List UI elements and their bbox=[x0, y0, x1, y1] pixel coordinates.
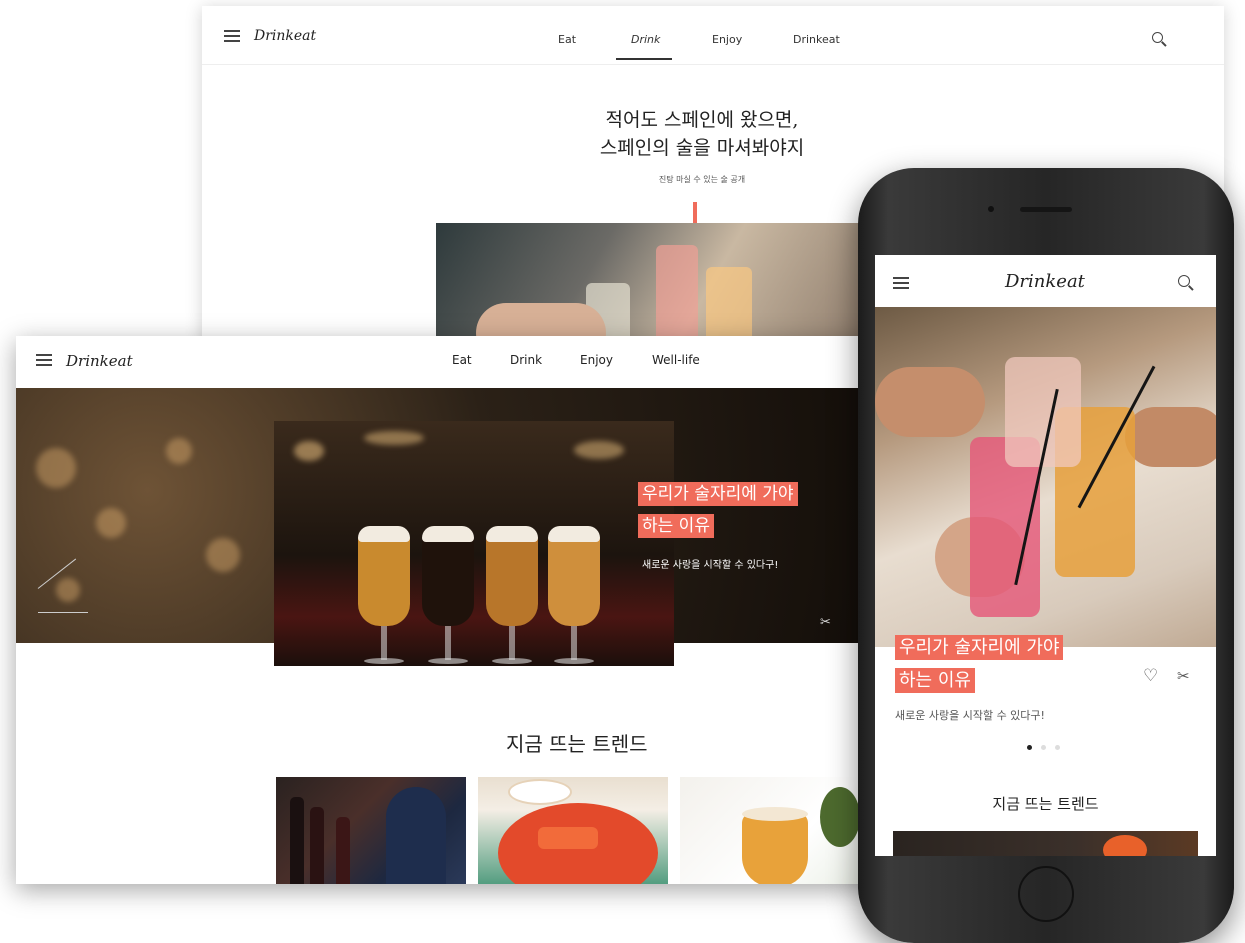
mobile-navbar: Drinkeat bbox=[875, 255, 1216, 307]
front-logo[interactable]: Drinkeat bbox=[66, 352, 133, 370]
front-hero-title: 우리가 술자리에 가야 하는 이유 bbox=[638, 478, 798, 542]
front-nav-eat[interactable]: Eat bbox=[452, 353, 472, 367]
back-logo[interactable]: Drinkeat bbox=[254, 28, 316, 44]
carousel-dot-active[interactable] bbox=[1027, 745, 1032, 750]
back-navbar: Drinkeat Eat Drink Enjoy Drinkeat bbox=[202, 6, 1224, 65]
back-nav-enjoy[interactable]: Enjoy bbox=[712, 33, 742, 46]
trend-thumbnail-wine[interactable] bbox=[276, 777, 466, 884]
mobile-heart-icon[interactable]: ♡ bbox=[1143, 666, 1158, 686]
front-hero-title-line1: 우리가 술자리에 가야 bbox=[638, 482, 798, 506]
trend-thumbnail-beer[interactable] bbox=[680, 777, 870, 884]
back-search-icon[interactable] bbox=[1152, 32, 1163, 43]
mobile-trend-title: 지금 뜨는 트렌드 bbox=[992, 795, 1099, 813]
back-nav-active-underline bbox=[616, 58, 672, 60]
prev-arrow-line bbox=[38, 612, 88, 613]
mobile-screen: Drinkeat 우리가 술자리에 가야 하는 이유 ♡ ✂ 새로운 사랑을 시… bbox=[875, 255, 1216, 856]
mobile-search-icon[interactable] bbox=[1178, 275, 1190, 287]
mobile-hero-subtitle: 새로운 사랑을 시작할 수 있다구! bbox=[895, 709, 1045, 722]
front-share-icon[interactable]: ✂ bbox=[820, 615, 831, 630]
carousel-dot[interactable] bbox=[1055, 745, 1060, 750]
front-hero-subtitle: 새로운 사랑을 시작할 수 있다구! bbox=[642, 560, 779, 571]
front-hero-title-line2: 하는 이유 bbox=[638, 514, 714, 538]
phone-speaker bbox=[1020, 207, 1072, 212]
front-beer-photo bbox=[274, 421, 674, 666]
front-nav-enjoy[interactable]: Enjoy bbox=[580, 353, 613, 367]
front-trend-title: 지금 뜨는 트렌드 bbox=[506, 732, 648, 756]
back-nav-drink[interactable]: Drink bbox=[631, 33, 660, 46]
mobile-carousel-dots bbox=[1027, 745, 1067, 751]
mobile-share-icon[interactable]: ✂ bbox=[1177, 667, 1190, 685]
front-nav-drink[interactable]: Drink bbox=[510, 353, 542, 367]
mobile-hero-photo bbox=[875, 307, 1216, 647]
back-headline: 적어도 스페인에 왔으면, 스페인의 술을 마셔봐야지 bbox=[502, 106, 902, 162]
mobile-hero-title-line1: 우리가 술자리에 가야 bbox=[895, 635, 1064, 660]
back-headline-line1: 적어도 스페인에 왔으면, bbox=[605, 109, 799, 131]
back-subtitle: 진탕 마실 수 있는 술 공개 bbox=[658, 175, 746, 184]
back-headline-line2: 스페인의 술을 마셔봐야지 bbox=[599, 137, 805, 159]
mobile-hero-title-line2: 하는 이유 bbox=[895, 668, 975, 693]
back-nav-drinkeat[interactable]: Drinkeat bbox=[793, 33, 840, 46]
phone-camera bbox=[988, 206, 994, 212]
front-hamburger-menu-icon[interactable] bbox=[36, 354, 52, 366]
desktop-mockup-front: Drinkeat Eat Drink Enjoy Well-life 우리가 술… bbox=[16, 336, 892, 884]
mobile-trend-thumbnail[interactable] bbox=[893, 831, 1198, 856]
front-navbar: Drinkeat Eat Drink Enjoy Well-life bbox=[16, 336, 892, 388]
mobile-hero-title: 우리가 술자리에 가야 하는 이유 bbox=[895, 631, 1064, 697]
back-nav-eat[interactable]: Eat bbox=[558, 33, 576, 46]
back-hamburger-menu-icon[interactable] bbox=[224, 30, 240, 42]
mobile-logo[interactable]: Drinkeat bbox=[1005, 271, 1085, 292]
trend-thumbnail-food[interactable] bbox=[478, 777, 668, 884]
front-nav-well-life[interactable]: Well-life bbox=[652, 353, 700, 367]
mobile-hamburger-menu-icon[interactable] bbox=[893, 277, 909, 289]
phone-home-button[interactable] bbox=[1018, 866, 1074, 922]
carousel-dot[interactable] bbox=[1041, 745, 1046, 750]
